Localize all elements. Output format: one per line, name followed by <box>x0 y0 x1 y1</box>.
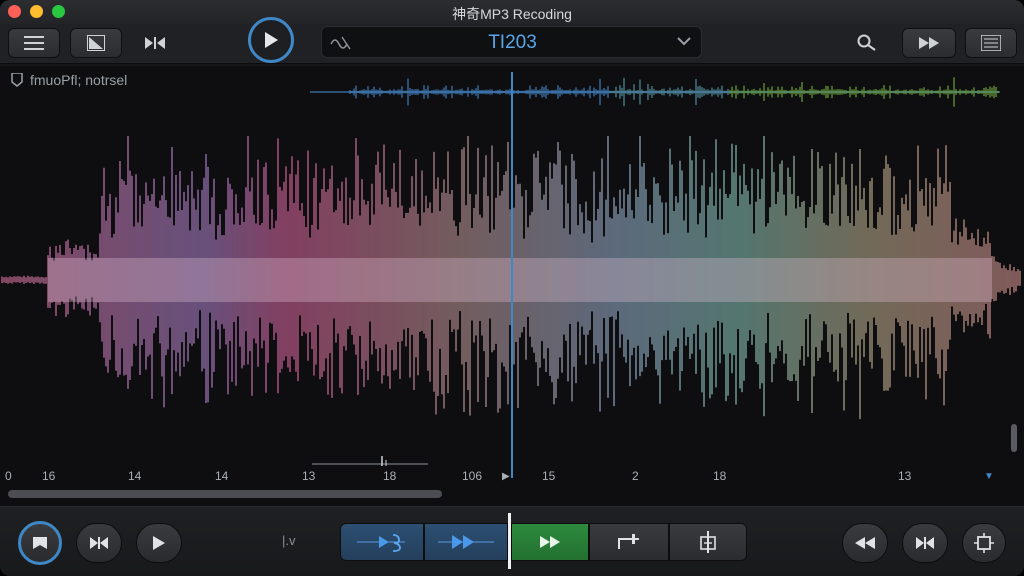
menu-button[interactable] <box>8 28 60 58</box>
ruler-mini-wave <box>312 456 428 466</box>
trim-button[interactable] <box>589 523 669 561</box>
crop-icon <box>87 35 105 51</box>
forward-segment-button[interactable] <box>424 523 508 561</box>
marker-icon <box>11 73 23 87</box>
list-icon <box>981 35 1001 51</box>
fast-forward-button[interactable] <box>902 28 956 58</box>
app-window: 神奇MP3 Recoding TI203 fmuoPfl; notrsel 0 … <box>0 0 1024 576</box>
play-icon <box>153 536 165 550</box>
settings-button[interactable] <box>962 523 1006 563</box>
level-label: |.v <box>282 533 296 548</box>
stop-icon <box>33 537 47 549</box>
ruler-tick: 13 <box>898 469 912 483</box>
split-button[interactable] <box>669 523 747 561</box>
search-button[interactable] <box>844 28 890 58</box>
ruler-tick: 14 <box>215 469 229 483</box>
rewind-icon <box>855 537 875 549</box>
chip-icon <box>974 533 994 553</box>
loop-play-icon <box>357 534 405 552</box>
track-selector[interactable]: TI203 <box>321 26 702 58</box>
ruler-tick: 18 <box>713 469 727 483</box>
loop-play-button[interactable] <box>340 523 424 561</box>
list-button[interactable] <box>965 28 1017 58</box>
play-button[interactable] <box>248 17 294 63</box>
split-icon <box>700 531 716 553</box>
stop-button[interactable] <box>18 521 62 565</box>
time-ruler: 0 16 14 14 13 18 106 ▶ 15 2 18 13 ▼ <box>0 456 1024 486</box>
crop-button[interactable] <box>70 28 122 58</box>
chevron-down-icon <box>677 37 691 46</box>
hamburger-icon <box>24 36 44 50</box>
ruler-tick: 14 <box>128 469 142 483</box>
ruler-tick: 13 <box>302 469 316 483</box>
ruler-tick: 106 <box>462 469 483 483</box>
horizontal-scrollbar[interactable] <box>8 490 442 498</box>
track-name: TI203 <box>488 32 537 53</box>
trim-icon <box>618 534 639 549</box>
window-title: 神奇MP3 Recoding <box>452 6 572 22</box>
ruler-tick: 15 <box>542 469 556 483</box>
search-icon <box>857 34 876 51</box>
transport-play-button[interactable] <box>136 523 182 563</box>
overview-waveform[interactable] <box>310 72 1024 112</box>
vertical-scrollbar[interactable] <box>1011 424 1017 452</box>
transport-bar: |.v <box>0 506 1024 576</box>
fast-forward-icon <box>438 535 494 549</box>
skip-end-button[interactable] <box>902 523 948 563</box>
rewind-button[interactable] <box>842 523 888 563</box>
transport-cursor[interactable] <box>508 513 511 569</box>
skip-back-button[interactable] <box>76 523 122 563</box>
ruler-tick: 2 <box>632 469 639 483</box>
waveform-label-text: fmuoPfl; notrsel <box>30 72 128 88</box>
skip-icon <box>145 37 165 49</box>
waveform-area[interactable]: fmuoPfl; notrsel 0 16 14 14 13 18 106 ▶ … <box>0 66 1024 506</box>
end-marker-icon[interactable]: ▼ <box>984 471 994 482</box>
play-icon <box>265 32 278 48</box>
record-forward-button[interactable] <box>511 523 589 561</box>
ruler-tick: 18 <box>383 469 397 483</box>
ruler-tick: 0 <box>5 469 12 483</box>
title-bar: 神奇MP3 Recoding <box>0 0 1024 24</box>
ruler-tick: 16 <box>42 469 56 483</box>
waveform-label: fmuoPfl; notrsel <box>10 72 127 88</box>
fast-forward-icon <box>540 536 560 548</box>
waveform-core-band <box>48 258 992 302</box>
skip-button[interactable] <box>132 28 178 58</box>
ruler-marker-icon: ▶ <box>502 471 510 482</box>
fast-forward-icon <box>919 37 939 49</box>
skip-icon <box>90 537 108 549</box>
playhead[interactable] <box>511 72 513 478</box>
skip-icon <box>916 537 934 549</box>
